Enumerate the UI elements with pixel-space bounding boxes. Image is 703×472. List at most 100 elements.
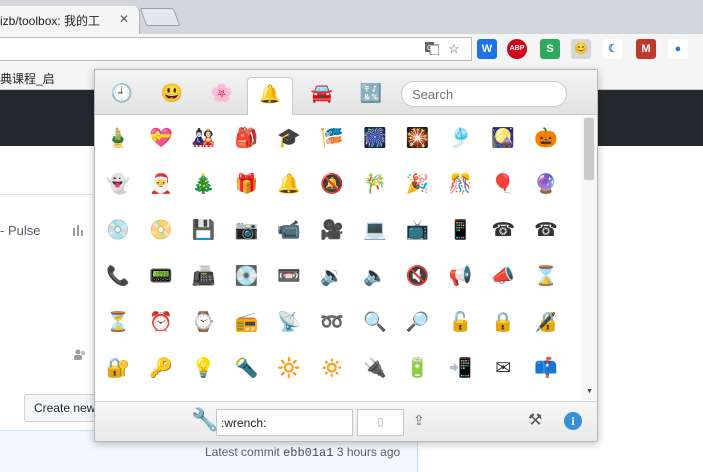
bookmark-item[interactable]: 典课程_启 [0, 70, 55, 87]
close-icon[interactable]: ✕ [119, 12, 129, 26]
emoji-cell[interactable]: 📡 [273, 307, 305, 339]
emoji-cell[interactable]: 📻 [230, 307, 262, 339]
emoji-cell[interactable]: 🎎 [188, 123, 220, 155]
pulse-tab[interactable]: - Pulse [0, 223, 40, 238]
globe-extension-icon[interactable]: ● [668, 39, 688, 59]
scrollbar[interactable]: ▼ [581, 116, 597, 400]
emoji-cell[interactable]: 📲 [444, 353, 476, 385]
clock-category-icon[interactable]: 🕘 [99, 77, 145, 109]
emoji-cell[interactable]: 🔓 [444, 307, 476, 339]
emoji-cell[interactable]: ➿ [316, 307, 348, 339]
emoji-cell[interactable]: 💿 [102, 215, 134, 247]
share-icon[interactable]: ⇪ [413, 412, 425, 429]
emoji-cell[interactable]: 💻 [359, 215, 391, 247]
emoji-cell[interactable]: ⌚ [188, 307, 220, 339]
emoji-cell[interactable]: 👻 [102, 169, 134, 201]
emoji-cell[interactable]: 📠 [188, 261, 220, 293]
emoji-cell[interactable]: 🎆 [359, 123, 391, 155]
emoji-cell[interactable]: 🎋 [359, 169, 391, 201]
graph-icon[interactable] [72, 224, 86, 239]
emoji-cell[interactable]: 🔮 [530, 169, 562, 201]
emoji-cell[interactable]: 📼 [273, 261, 305, 293]
emoji-cell[interactable]: ✉ [487, 353, 519, 385]
emoji-cell[interactable]: 📢 [444, 261, 476, 293]
emoji-cell[interactable]: 🎒 [230, 123, 262, 155]
emoji-cell[interactable]: 📞 [102, 261, 134, 293]
emoji-cell[interactable]: 🔕 [316, 169, 348, 201]
emoji-cell[interactable]: 🎊 [444, 169, 476, 201]
emoji-cell[interactable]: ⌛ [530, 261, 562, 293]
emoji-cell[interactable]: 📷 [230, 215, 262, 247]
emoji-cell[interactable]: 📟 [145, 261, 177, 293]
emoji-cell[interactable]: 🎁 [230, 169, 262, 201]
emoji-cell[interactable]: 🔋 [402, 353, 434, 385]
emoji-cell[interactable]: 💾 [188, 215, 220, 247]
emoji-cell[interactable]: 🎍 [102, 123, 134, 155]
bell-category-icon[interactable]: 🔔 [247, 77, 293, 115]
emoji-cell[interactable]: 🎓 [273, 123, 305, 155]
emoji-cell[interactable]: ⏰ [145, 307, 177, 339]
scrollbar-thumb[interactable] [584, 118, 594, 180]
emoji-cell[interactable]: 🔐 [102, 353, 134, 385]
emoji-cell[interactable]: 🔌 [359, 353, 391, 385]
emoji-cell[interactable]: ⏳ [102, 307, 134, 339]
emoji-cell[interactable]: 🎈 [487, 169, 519, 201]
emoji-cell[interactable]: 🎥 [316, 215, 348, 247]
emoji-cell[interactable]: 🔍 [359, 307, 391, 339]
address-bar[interactable]: G ☆ [0, 37, 472, 61]
emoji-extension-icon[interactable]: 😊 [571, 39, 591, 59]
emoji-cell[interactable]: 🔈 [359, 261, 391, 293]
emoji-cell[interactable]: 💽 [230, 261, 262, 293]
info-icon[interactable]: i [564, 412, 582, 430]
emoji-cell[interactable]: 🎇 [402, 123, 434, 155]
smiley-category-icon[interactable]: 😃 [149, 77, 195, 109]
commit-sha[interactable]: ebb01a1 [283, 446, 333, 460]
w-extension-icon[interactable]: W [477, 39, 497, 59]
symbols-category-icon[interactable]: 🔣 [348, 77, 394, 109]
wrench-icon: 🔧 [191, 407, 219, 432]
emoji-cell[interactable]: 🎃 [530, 123, 562, 155]
emoji-cell[interactable]: 💡 [188, 353, 220, 385]
translate-icon[interactable]: G [424, 41, 440, 57]
flower-category-icon[interactable]: 🌸 [199, 77, 245, 109]
emoji-cell[interactable]: 🔦 [230, 353, 262, 385]
emoji-cell[interactable]: 🔆 [273, 353, 305, 385]
adblock-plus-icon[interactable]: ABP [507, 39, 527, 59]
emoji-cell[interactable]: 💝 [145, 123, 177, 155]
emoji-cell[interactable]: 🔔 [273, 169, 305, 201]
emoji-cell[interactable]: 📱 [444, 215, 476, 247]
emoji-cell[interactable]: 📫 [530, 353, 562, 385]
emoji-cell[interactable]: ☎ [530, 215, 562, 247]
copy-box[interactable]: ▯ [357, 409, 404, 436]
m-extension-icon[interactable]: M [636, 39, 656, 59]
emoji-cell[interactable]: 📺 [402, 215, 434, 247]
s-extension-icon[interactable]: S [540, 39, 560, 59]
emoji-cell[interactable]: 🔇 [402, 261, 434, 293]
emoji-cell[interactable]: 🔏 [530, 307, 562, 339]
emoji-cell[interactable]: 🎐 [444, 123, 476, 155]
crescent-extension-icon[interactable]: ☾ [603, 39, 623, 59]
emoji-cell[interactable]: 🔅 [316, 353, 348, 385]
search-input[interactable] [401, 81, 567, 107]
emoji-cell[interactable]: 🔒 [487, 307, 519, 339]
scroll-down-arrow-icon[interactable]: ▼ [586, 388, 593, 395]
create-new-file-button[interactable]: Create new [24, 394, 104, 422]
emoji-cell[interactable]: 🎉 [402, 169, 434, 201]
emoji-cell[interactable]: 🎑 [487, 123, 519, 155]
star-icon[interactable]: ☆ [446, 41, 462, 57]
emoji-cell[interactable]: 🎅 [145, 169, 177, 201]
emoji-cell[interactable]: 🎏 [316, 123, 348, 155]
browser-tab[interactable]: izb/toolbox: 我的工 ✕ [0, 6, 140, 34]
emoji-cell[interactable]: 🎄 [188, 169, 220, 201]
emoji-code-field[interactable]: :wrench: [216, 409, 353, 436]
emoji-cell[interactable]: 🔎 [402, 307, 434, 339]
emoji-cell[interactable]: 📹 [273, 215, 305, 247]
emoji-cell[interactable]: 🔉 [316, 261, 348, 293]
emoji-cell[interactable]: 🔑 [145, 353, 177, 385]
emoji-cell[interactable]: ☎ [487, 215, 519, 247]
settings-tools-icon[interactable]: ⚒ [528, 410, 542, 430]
emoji-cell[interactable]: 📀 [145, 215, 177, 247]
new-tab-button[interactable] [139, 8, 181, 26]
emoji-cell[interactable]: 📣 [487, 261, 519, 293]
car-category-icon[interactable]: 🚘 [299, 77, 345, 109]
